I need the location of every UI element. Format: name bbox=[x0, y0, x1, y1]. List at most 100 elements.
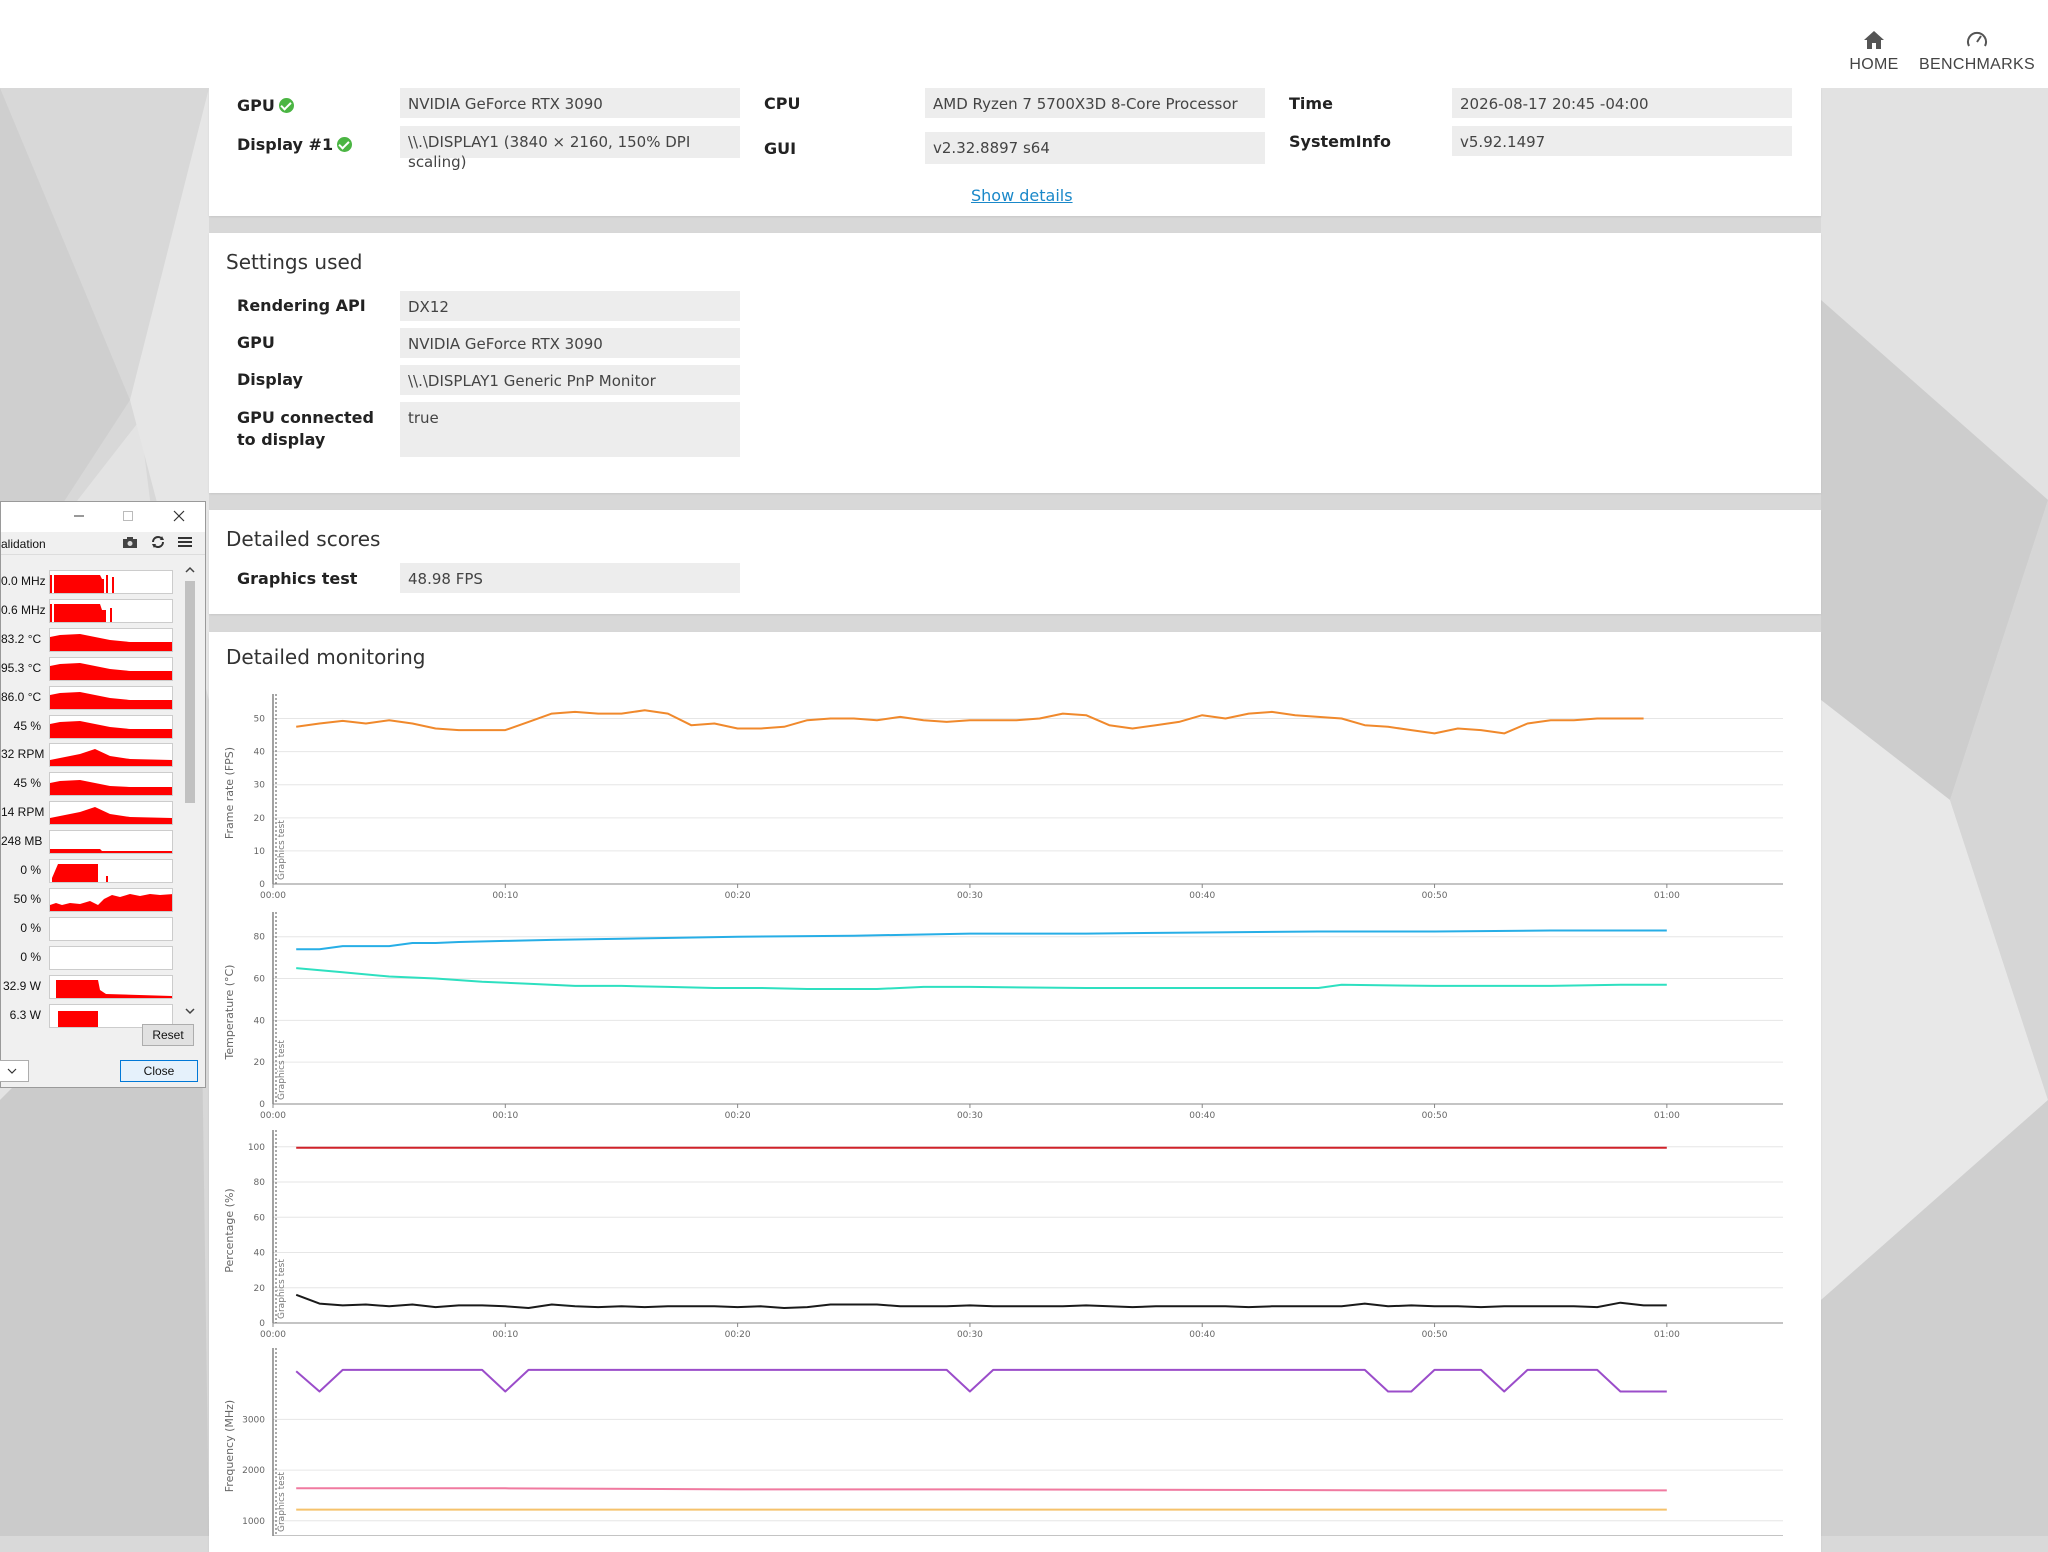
sparkline-fill bbox=[50, 807, 172, 825]
monitoring-card: Detailed monitoring 0 10 20 30 40 50 00:00 00:1… bbox=[209, 632, 1821, 1552]
phase-marker-label: Graphics test bbox=[277, 1472, 287, 1532]
window-titlebar[interactable] bbox=[1, 502, 205, 532]
graphics-test-label: Graphics test bbox=[237, 569, 358, 588]
minimize-icon[interactable] bbox=[71, 508, 87, 524]
chevron-down-icon bbox=[7, 1068, 17, 1074]
monitor-row[interactable]: 50 % bbox=[1, 886, 181, 914]
display-label-text: Display #1 bbox=[237, 135, 334, 154]
monitor-row-value: 32.9 W bbox=[2, 978, 41, 993]
sparkline bbox=[50, 893, 172, 911]
x-tick-label: 00:50 bbox=[1422, 891, 1448, 901]
monitor-row[interactable]: 248 MB bbox=[1, 828, 181, 856]
monitor-row[interactable]: 45 % bbox=[1, 713, 181, 741]
scroll-up-icon[interactable] bbox=[185, 565, 195, 575]
reset-button[interactable]: Reset bbox=[142, 1024, 194, 1046]
sparkline-fill bbox=[64, 969, 112, 970]
scroll-down-icon[interactable] bbox=[185, 1006, 195, 1016]
y-tick-label: 30 bbox=[254, 781, 266, 791]
series-line bbox=[295, 1293, 1667, 1309]
menu-icon[interactable] bbox=[177, 535, 193, 549]
monitor-row-graph bbox=[49, 743, 173, 768]
sparkline bbox=[50, 918, 173, 941]
settings-title: Settings used bbox=[226, 250, 363, 274]
monitor-row[interactable]: 83.2 °C bbox=[1, 626, 181, 654]
monitor-row-value: 86.0 °C bbox=[1, 689, 42, 704]
sparkline-fill bbox=[50, 662, 172, 680]
nav-home[interactable]: HOME bbox=[1846, 30, 1902, 74]
monitor-row[interactable]: 32 RPM bbox=[1, 741, 181, 769]
y-tick-label: 20 bbox=[254, 1284, 266, 1294]
close-icon[interactable] bbox=[171, 508, 187, 524]
sparkline-fill bbox=[50, 749, 172, 767]
y-axis-label: Frequency (MHz) bbox=[223, 1400, 236, 1492]
series-line bbox=[295, 1368, 1667, 1393]
y-tick-label: 40 bbox=[254, 1016, 266, 1026]
show-details-link[interactable]: Show details bbox=[971, 186, 1073, 205]
sparkline bbox=[50, 807, 172, 825]
sparkline-fill bbox=[56, 979, 172, 998]
monitor-row[interactable]: 0.6 MHz bbox=[1, 597, 181, 625]
camera-icon[interactable] bbox=[122, 535, 138, 549]
monitor-row[interactable]: 0 % bbox=[1, 915, 181, 943]
monitor-scrollbar[interactable] bbox=[183, 563, 197, 1019]
monitor-row-graph bbox=[49, 570, 173, 594]
gpu-label: GPU bbox=[237, 96, 294, 115]
x-tick-label: 01:00 bbox=[1654, 1111, 1680, 1121]
y-axis-label: Percentage (%) bbox=[223, 1188, 236, 1272]
scrollbar-thumb[interactable] bbox=[185, 581, 195, 803]
dropdown-button[interactable] bbox=[0, 1060, 29, 1082]
monitor-row-value: 0.0 MHz bbox=[1, 574, 46, 588]
sysinfo-label: SystemInfo bbox=[1289, 132, 1391, 151]
cpu-label: CPU bbox=[764, 94, 801, 113]
sparkline-fill bbox=[50, 893, 172, 911]
x-tick-label: 00:50 bbox=[1422, 1330, 1448, 1340]
sparkline-fill bbox=[50, 780, 172, 796]
monitor-toolbar: alidation bbox=[1, 532, 205, 555]
refresh-icon[interactable] bbox=[150, 535, 166, 549]
x-tick-label: 00:30 bbox=[957, 1111, 983, 1121]
y-tick-label: 60 bbox=[254, 975, 266, 985]
maximize-icon bbox=[123, 511, 133, 521]
column-header: alidation bbox=[1, 537, 46, 551]
nav-benchmarks-label: BENCHMARKS bbox=[1919, 56, 2035, 73]
monitor-row-graph bbox=[49, 714, 173, 739]
monitor-row[interactable]: 0 % bbox=[1, 944, 181, 972]
phase-marker-label: Graphics test bbox=[277, 1040, 287, 1100]
monitor-row-graph bbox=[49, 772, 173, 797]
cpu-value: AMD Ryzen 7 5700X3D 8-Core Processor bbox=[925, 88, 1265, 118]
y-tick-label: 0 bbox=[259, 880, 265, 890]
display-value: \\.\DISPLAY1 (3840 × 2160, 150% DPI scal… bbox=[400, 126, 740, 171]
x-tick-label: 00:00 bbox=[260, 891, 286, 901]
check-icon bbox=[337, 137, 353, 152]
sparkline bbox=[50, 720, 172, 738]
y-tick-label: 40 bbox=[254, 748, 266, 758]
sparkline-fill bbox=[58, 1010, 98, 1027]
close-button[interactable]: Close bbox=[120, 1060, 198, 1082]
gauge-icon bbox=[1967, 31, 1987, 47]
monitor-row[interactable]: 0.0 MHz bbox=[1, 568, 181, 596]
y-tick-label: 100 bbox=[248, 1143, 265, 1153]
monitor-row[interactable]: 45 % bbox=[1, 770, 181, 798]
time-label: Time bbox=[1289, 94, 1333, 113]
monitor-row[interactable]: 95.3 °C bbox=[1, 655, 181, 683]
monitoring-charts: 0 10 20 30 40 50 00:00 00:10 00:20 00:30 00:40 00:5… bbox=[223, 694, 1783, 1536]
monitor-row[interactable]: 0 % bbox=[1, 857, 181, 885]
monitor-row-value: 45 % bbox=[13, 776, 41, 791]
monitor-row[interactable]: 14 RPM bbox=[1, 799, 181, 827]
y-tick-label: 40 bbox=[254, 1249, 266, 1259]
gpu-label-text: GPU bbox=[237, 96, 275, 115]
nav-benchmarks[interactable]: BENCHMARKS bbox=[1916, 30, 2038, 74]
x-tick-label: 01:00 bbox=[1654, 1330, 1680, 1340]
x-tick-label: 00:40 bbox=[1189, 1111, 1215, 1121]
sparkline-fill bbox=[50, 720, 172, 738]
phase-marker-label: Graphics test bbox=[277, 1259, 287, 1319]
monitor-row-value: 0 % bbox=[20, 949, 41, 964]
scores-card: Detailed scores Graphics test 48.98 FPS bbox=[209, 510, 1821, 614]
x-tick-label: 01:00 bbox=[1654, 891, 1680, 901]
monitor-row[interactable]: 86.0 °C bbox=[1, 684, 181, 712]
monitor-row-value: 6.3 W bbox=[9, 1007, 41, 1022]
monitor-row-graph bbox=[49, 887, 173, 912]
monitor-row-value: 14 RPM bbox=[1, 805, 45, 820]
settings-value-gpu: NVIDIA GeForce RTX 3090 bbox=[400, 328, 740, 358]
monitor-row[interactable]: 32.9 W bbox=[1, 973, 181, 1001]
